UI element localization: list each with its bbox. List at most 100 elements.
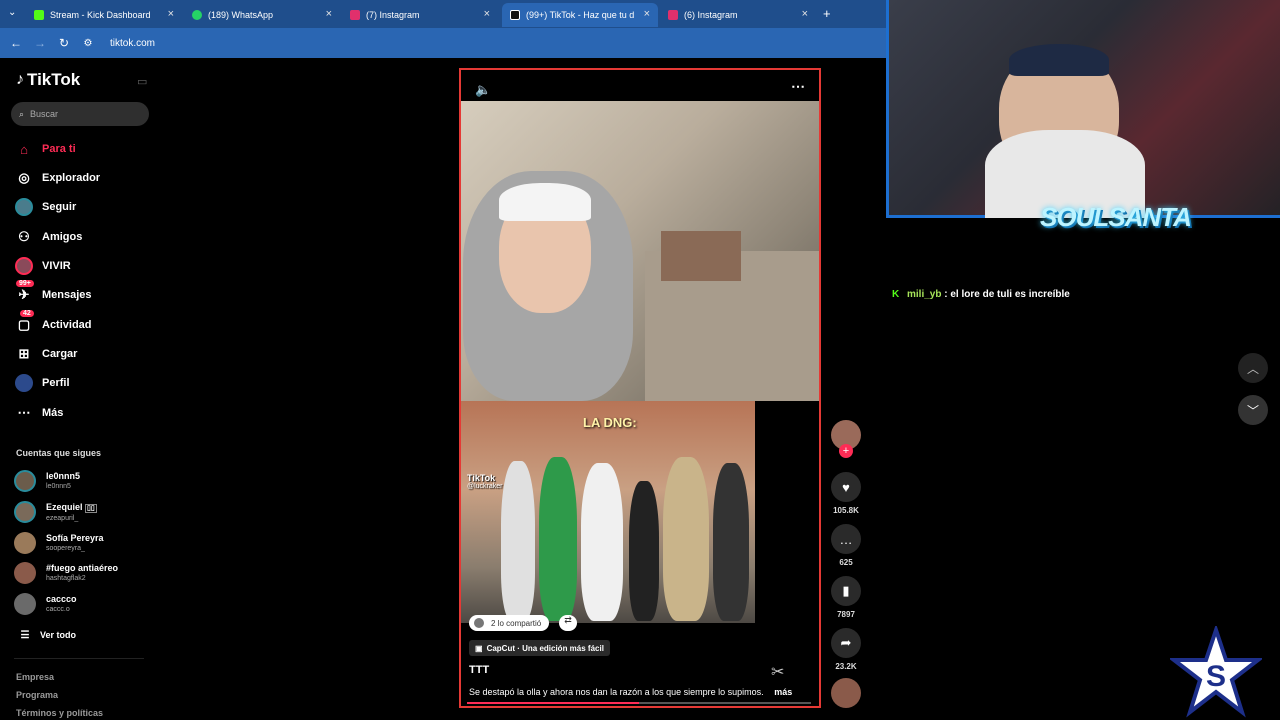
close-icon[interactable]: × xyxy=(168,8,174,20)
account-name: Sofía Pereyra xyxy=(46,533,104,543)
following-icon xyxy=(14,197,34,217)
scroll-up-button[interactable]: ︿ xyxy=(1238,353,1268,383)
chat-username[interactable]: mili_yb xyxy=(907,289,941,300)
streamer-cap-shape xyxy=(1009,44,1109,76)
video-progress-bar[interactable] xyxy=(467,702,811,704)
nav-vivir[interactable]: VIVIR xyxy=(14,255,71,277)
share-button[interactable]: ➦ 23.2K xyxy=(831,628,861,671)
avatar xyxy=(14,501,36,523)
tab-title: (7) Instagram xyxy=(366,10,420,20)
following-section-title: Cuentas que sigues xyxy=(16,448,102,458)
close-icon[interactable]: × xyxy=(802,8,808,20)
account-name: Ezequiel ▯▯ xyxy=(46,502,97,514)
avatar xyxy=(14,593,36,615)
comment-button[interactable]: … 625 xyxy=(831,524,861,567)
account-username: ezeapuril_ xyxy=(46,514,79,522)
heart-icon: ♥ xyxy=(831,472,861,502)
account-username: le0nnn5 xyxy=(46,483,71,490)
shared-text: 2 lo compartió xyxy=(491,618,542,628)
sound-avatar[interactable] xyxy=(831,678,861,708)
tab-instagram-2[interactable]: (6) Instagram × xyxy=(660,3,816,27)
bookmark-icon: ▮ xyxy=(831,576,861,606)
tab-instagram-1[interactable]: (7) Instagram × xyxy=(342,3,498,27)
creator-avatar[interactable]: + xyxy=(831,420,861,458)
shared-by-chip[interactable]: 2 lo compartió xyxy=(469,615,550,631)
person-shape xyxy=(501,461,535,621)
watermark-username: @luckraker xyxy=(467,483,503,490)
footer-link[interactable]: Empresa xyxy=(16,672,54,682)
save-button[interactable]: ▮ 7897 xyxy=(831,576,861,619)
cap-shape xyxy=(499,183,591,221)
account-username: soopereyra_ xyxy=(46,545,85,552)
following-account[interactable]: le0nnn5 le0nnn5 xyxy=(14,469,80,493)
search-placeholder: Buscar xyxy=(30,109,59,119)
see-all-button[interactable]: ☰ Ver todo xyxy=(18,624,77,646)
friends-icon: ⚇ xyxy=(18,229,30,244)
repost-icon[interactable]: ⇄ xyxy=(559,615,577,631)
nav-para-ti[interactable]: ⌂ Para ti xyxy=(14,138,76,160)
person-shape xyxy=(629,481,659,621)
chat-text: : el lore de tuli es increíble xyxy=(944,289,1070,300)
close-icon[interactable]: × xyxy=(326,8,332,20)
more-icon: ⋯ xyxy=(17,405,31,420)
list-icon: ☰ xyxy=(20,629,30,641)
video-frame-top xyxy=(461,101,819,401)
following-account[interactable]: Ezequiel ▯▯ ezeapuril_ xyxy=(14,500,97,524)
following-account[interactable]: #fuego antiaéreo hashtagflak2 xyxy=(14,561,118,585)
close-icon[interactable]: × xyxy=(484,8,490,20)
url-field[interactable]: tiktok.com xyxy=(110,38,155,49)
nav-explorador[interactable]: ◎ Explorador xyxy=(14,167,100,189)
kick-icon: K xyxy=(892,289,900,300)
like-button[interactable]: ♥ 105.8K xyxy=(831,472,861,515)
following-account[interactable]: Sofía Pereyra soopereyra_ xyxy=(14,531,104,555)
nav-amigos[interactable]: ⚇ Amigos xyxy=(14,226,82,248)
live-icon xyxy=(14,256,34,276)
nav-label: Actividad xyxy=(42,319,92,331)
capcut-label: CapCut · Una edición más fácil xyxy=(486,643,604,653)
nav-label: Seguir xyxy=(42,201,77,213)
new-tab-icon[interactable]: + xyxy=(823,6,831,21)
tab-whatsapp[interactable]: (189) WhatsApp × xyxy=(184,3,340,27)
footer-link[interactable]: Términos y políticas xyxy=(16,708,103,718)
tab-list-icon[interactable]: ⌄ xyxy=(8,7,16,18)
music-disc-icon xyxy=(831,678,861,708)
following-account[interactable]: caccco caccc.o xyxy=(14,592,77,616)
avatar xyxy=(14,470,36,492)
nav-label: Cargar xyxy=(42,348,78,360)
footer-link[interactable]: Programa xyxy=(16,690,58,700)
nav-cargar[interactable]: ⊞ Cargar xyxy=(14,343,78,365)
account-username: caccc.o xyxy=(46,606,70,613)
close-icon[interactable]: × xyxy=(644,8,650,20)
share-count: 23.2K xyxy=(835,662,857,671)
site-info-icon[interactable]: ⚙ xyxy=(76,38,100,49)
nav-seguir[interactable]: Seguir xyxy=(14,196,76,218)
more-options-icon[interactable]: ⋯ xyxy=(791,78,805,95)
instagram-icon xyxy=(668,10,678,20)
nav-mas[interactable]: ⋯ Más xyxy=(14,402,64,424)
nav-actividad[interactable]: ▢ 42 Actividad xyxy=(14,310,92,336)
tab-tiktok[interactable]: (99+) TikTok - Haz que tu d × xyxy=(502,3,658,27)
more-link[interactable]: más xyxy=(774,687,792,697)
account-name: #fuego antiaéreo xyxy=(46,563,119,573)
video-player[interactable]: 🔈 ⋯ LA DNG: TikTok @luckraker 2 lo compa… xyxy=(459,68,821,708)
tiktok-logo[interactable]: ♪ TikTok xyxy=(16,70,80,90)
search-input[interactable]: ⌕ Buscar xyxy=(11,102,149,126)
nav-mensajes[interactable]: ✈ 99+ Mensajes xyxy=(14,280,92,306)
forward-icon[interactable]: → xyxy=(28,36,52,50)
capcut-logo-icon: ✂ xyxy=(771,664,785,681)
tab-title: Stream - Kick Dashboard xyxy=(50,10,151,20)
reload-icon[interactable]: ↻ xyxy=(52,36,76,50)
back-icon[interactable]: ← xyxy=(4,36,28,50)
account-name: caccco xyxy=(46,594,77,604)
scroll-down-button[interactable]: ﹀ xyxy=(1238,395,1268,425)
collapse-sidebar-icon[interactable]: ▭ xyxy=(137,75,147,88)
tab-kick[interactable]: Stream - Kick Dashboard × xyxy=(26,3,182,27)
follow-plus-icon[interactable]: + xyxy=(839,444,853,458)
capcut-icon: ▣ xyxy=(475,643,483,653)
volume-icon[interactable]: 🔈 xyxy=(475,82,491,98)
capcut-link[interactable]: ▣ CapCut · Una edición más fácil xyxy=(469,640,610,656)
avatar xyxy=(14,562,36,584)
description-text: Se destapó la olla y ahora nos dan la ra… xyxy=(469,687,764,697)
like-count: 105.8K xyxy=(833,506,859,515)
nav-perfil[interactable]: Perfil xyxy=(14,372,70,394)
